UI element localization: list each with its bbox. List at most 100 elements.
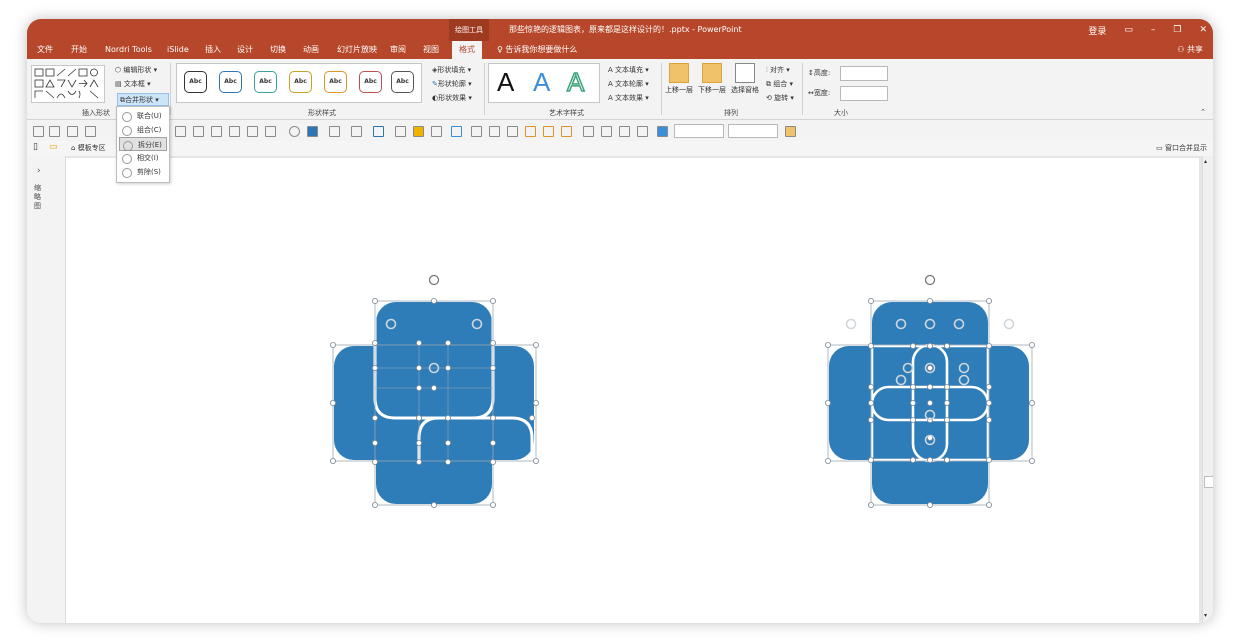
toolbar-tool-icon[interactable] (229, 126, 240, 137)
minimize-button[interactable]: – (1151, 25, 1156, 35)
right-cross-shapes[interactable] (825, 274, 1036, 508)
shapes-gallery[interactable] (31, 65, 105, 103)
group-label-wordart: 艺术字样式 (549, 109, 584, 117)
template-tab[interactable]: ⌂ 模板专区 (71, 143, 106, 153)
toolbar-tool-icon[interactable] (637, 126, 648, 137)
height-input[interactable] (840, 66, 888, 81)
tab-slideshow[interactable]: 幻灯片放映 (337, 41, 377, 59)
scroll-down-icon[interactable]: ▾ (1204, 612, 1207, 619)
close-button[interactable]: ✕ (1199, 25, 1207, 35)
tab-islide[interactable]: iSlide (167, 41, 189, 59)
tab-review[interactable]: 审阅 (390, 41, 406, 59)
toolbar-tool-icon[interactable] (619, 126, 630, 137)
merge-combine-item[interactable]: 组合(C) (119, 123, 167, 137)
toolbar-fill-icon[interactable] (307, 126, 318, 137)
shape-effects-button[interactable]: ◐形状效果 ▾ (432, 93, 472, 103)
toolbar-tool-icon[interactable] (601, 126, 612, 137)
shape-style-5[interactable]: Abc (324, 71, 347, 93)
shape-fill-button[interactable]: ◈形状填充 ▾ (432, 65, 471, 75)
shape-style-4[interactable]: Abc (289, 71, 312, 93)
tab-file[interactable]: 文件 (37, 41, 53, 59)
wordart-style-blue[interactable]: A (533, 67, 550, 98)
slide-shapes (329, 274, 1036, 508)
toolbar-tool-icon[interactable] (67, 126, 78, 137)
shape-style-2[interactable]: Abc (219, 71, 242, 93)
tab-animations[interactable]: 动画 (303, 41, 319, 59)
vertical-scrollbar[interactable]: ▴ ▾ (1202, 156, 1213, 623)
merge-shapes-button[interactable]: ⧉合并形状 ▾ (117, 93, 169, 106)
toolbar-tool-icon[interactable] (193, 126, 204, 137)
toolbar-width-input[interactable] (728, 124, 778, 138)
toolbar-tool-icon[interactable] (507, 126, 518, 137)
toolbar-table-icon[interactable] (657, 126, 668, 137)
toolbar-tool-icon[interactable] (175, 126, 186, 137)
toolbar-tool-icon[interactable] (49, 126, 60, 137)
toolbar-tool-icon[interactable] (785, 126, 796, 137)
tab-transitions[interactable]: 切换 (270, 41, 286, 59)
share-button[interactable]: ⚇ 共享 (1177, 41, 1203, 59)
toolbar-tool-icon[interactable] (471, 126, 482, 137)
toolbar-outline-icon[interactable] (373, 126, 384, 137)
shape-style-1[interactable]: Abc (184, 71, 207, 93)
toolbar-tool-icon[interactable] (431, 126, 442, 137)
tab-view[interactable]: 视图 (423, 41, 439, 59)
text-outline-button[interactable]: A 文本轮廓 ▾ (608, 79, 649, 89)
toolbar-height-input[interactable] (674, 124, 724, 138)
ribbon-display-icon[interactable]: ▭ (1124, 25, 1133, 35)
scroll-up-icon[interactable]: ▴ (1204, 158, 1207, 165)
tab-format[interactable]: 格式 (452, 41, 482, 59)
text-fill-button[interactable]: A 文本填充 ▾ (608, 65, 649, 75)
bring-forward-button[interactable]: 上移一层 (665, 63, 693, 95)
restore-button[interactable]: ❐ (1173, 25, 1181, 35)
shape-style-6[interactable]: Abc (359, 71, 382, 93)
merge-subtract-item[interactable]: 剪除(S) (119, 165, 167, 179)
merge-union-item[interactable]: 联合(U) (119, 109, 167, 123)
slide[interactable] (66, 158, 1199, 623)
toolbar-tool-icon[interactable] (85, 126, 96, 137)
width-input[interactable] (840, 86, 888, 101)
toolbar-tool-icon[interactable] (583, 126, 594, 137)
wordart-style-outline[interactable]: A (566, 66, 585, 98)
text-effects-button[interactable]: A 文本效果 ▾ (608, 93, 649, 103)
scroll-thumb[interactable] (1204, 476, 1213, 488)
send-backward-button[interactable]: 下移一层 (698, 63, 726, 95)
toolbar-tool-icon[interactable] (329, 126, 340, 137)
toolbar-tool-icon[interactable] (525, 126, 536, 137)
tab-design[interactable]: 设计 (237, 41, 253, 59)
selection-pane-button[interactable]: 选择窗格 (731, 63, 759, 95)
toolbar-tool-icon[interactable] (247, 126, 258, 137)
text-box-button[interactable]: ▤ 文本框 ▾ (115, 79, 151, 89)
new-document-icon[interactable]: ▯ (33, 142, 38, 152)
rotate-button[interactable]: ⟲ 旋转 ▾ (766, 93, 794, 103)
tell-me-search[interactable]: ♀ 告诉我你想要做什么 (497, 41, 577, 59)
toolbar-tool-icon[interactable] (289, 126, 300, 137)
wordart-style-black[interactable]: A (497, 67, 514, 98)
login-button[interactable]: 登录 (1088, 24, 1106, 37)
left-cross-shapes[interactable] (329, 274, 539, 508)
shape-style-7[interactable]: Abc (391, 71, 414, 93)
toolbar-tool-icon[interactable] (211, 126, 222, 137)
toolbar-tool-icon[interactable] (395, 126, 406, 137)
tab-home[interactable]: 开始 (71, 41, 87, 59)
toolbar-tool-icon[interactable] (543, 126, 554, 137)
expand-thumbnails-icon[interactable]: › (37, 166, 41, 176)
toolbar-tool-icon[interactable] (489, 126, 500, 137)
group-button[interactable]: ⧉ 组合 ▾ (766, 79, 793, 89)
align-button[interactable]: ⫶ 对齐 ▾ (766, 65, 790, 75)
toolbar-chart-icon[interactable] (413, 126, 424, 137)
toolbar-tool-icon[interactable] (265, 126, 276, 137)
merge-fragment-item[interactable]: 拆分(E) (119, 137, 167, 151)
toolbar-tool-icon[interactable] (351, 126, 362, 137)
shape-outline-button[interactable]: ✎形状轮廓 ▾ (432, 79, 472, 89)
toolbar-tool-icon[interactable] (33, 126, 44, 137)
collapse-ribbon-button[interactable]: ⌃ (1200, 108, 1206, 116)
shape-style-3[interactable]: Abc (254, 71, 277, 93)
toolbar-tool-icon[interactable] (451, 126, 462, 137)
toolbar-tool-icon[interactable] (561, 126, 572, 137)
window-merge-display-button[interactable]: ▭ 窗口合并显示 (1156, 143, 1207, 153)
folder-icon[interactable]: ▭ (49, 142, 58, 152)
merge-intersect-item[interactable]: 相交(I) (119, 151, 167, 165)
tab-insert[interactable]: 插入 (205, 41, 221, 59)
tab-nordri-tools[interactable]: Nordri Tools (105, 41, 152, 59)
edit-shape-button[interactable]: ⬡ 编辑形状 ▾ (115, 65, 157, 75)
